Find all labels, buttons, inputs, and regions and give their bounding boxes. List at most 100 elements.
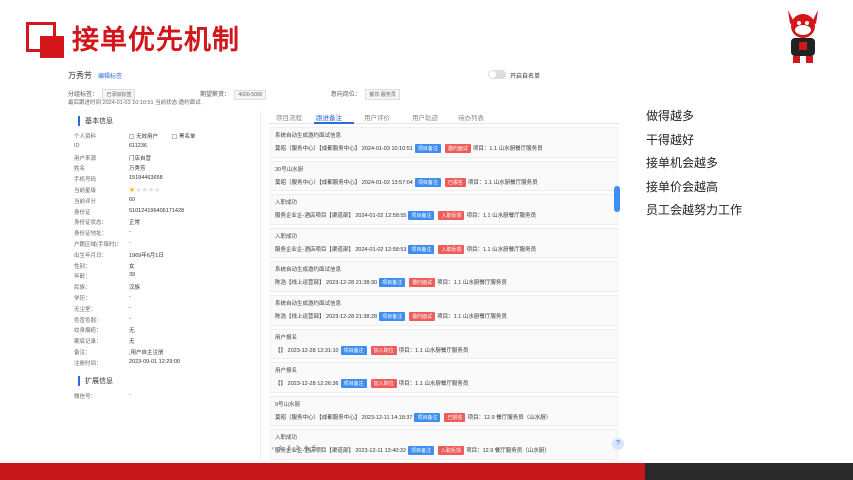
salary-value[interactable]: 4000-5000 [234, 90, 267, 100]
tab-0[interactable]: 项目流程 [276, 112, 302, 122]
bullet-item: 员工会越努力工作 [646, 203, 743, 217]
info-key: 无尘室： [74, 306, 97, 313]
info-row: 备注： ,用户自主注册 [66, 346, 260, 357]
star-icon[interactable]: ★ [154, 187, 160, 194]
info-row: 注册时间： 2023-09-01 12:29:00 [66, 357, 260, 368]
info-value: ,用户自主注册 [129, 349, 164, 356]
record-line: 陈浩【线上运营部】 2023-12-28 21:38:30 项目备注 邀约面试 项目：… [275, 278, 507, 288]
info-row: 身份证 510124196406171428 [66, 206, 260, 217]
scrollbar-thumb[interactable] [614, 186, 620, 212]
position-value[interactable]: 餐饮-服务员 [365, 89, 400, 100]
bullet-item: 做得越多 [646, 109, 695, 123]
last-follow-info: 最后跟进时间 2024-01-03 10:10:51 当前状态:邀约面试 [68, 100, 201, 106]
info-value: 正常 [129, 220, 141, 227]
page-link[interactable]: 5 [312, 446, 315, 452]
whitelist-toggle-label: 开启自名单 [510, 74, 541, 80]
record-title: 入职成功 [275, 435, 298, 442]
record-project: 项目：1.1 山水厨餐厅服务员 [467, 179, 538, 186]
info-row: 性别： 女 [66, 260, 260, 271]
record-line: 服务企业企-酒店项目【渠道部】 2024-01-02 12:58:53 项目备注入… [275, 244, 536, 254]
bullet-item: 接单机会越多 [646, 156, 719, 170]
info-key: 案底记录： [74, 339, 102, 346]
page-link[interactable]: ‹ [272, 446, 274, 452]
info-value: 611236 [129, 142, 147, 149]
blacklist-checkbox[interactable] [172, 134, 178, 140]
info-row: 无尘室： - [66, 303, 260, 314]
record-title: 系统自动生成邀约面试信息 [275, 133, 342, 139]
crm-screenshot: 万秀芳 编辑标签 开启自名单 分组标签： 已添加标签 期望薪资： 4000-50… [62, 66, 622, 461]
info-key: 纹身烟疤： [74, 328, 102, 335]
info-row: 案底记录： 无 [66, 335, 260, 346]
position-label: 意向岗位： [330, 92, 361, 98]
info-value: 门店自营 [129, 155, 152, 162]
info-row: 身份证状态： 正常 [66, 216, 260, 227]
record-meta: 服务企业企-酒店项目【渠道部】 2024-01-02 12:58:55 [275, 213, 407, 220]
follow-record: 用户报名 【】 2023-12-28 12:26:36 项目备注 加入职位 项目：1.1… [270, 362, 618, 393]
page-link[interactable]: 1 [279, 446, 282, 452]
record-project: 项目：1.1 山水厨餐厅服务员 [437, 280, 507, 287]
page-link[interactable]: 3 [296, 446, 299, 452]
record-meta: 【】 2023-12-28 12:26:36 [275, 381, 339, 388]
page-link[interactable]: 2 [287, 446, 290, 452]
info-key: 姓名 [74, 166, 86, 173]
record-badge: 项目备注 [340, 379, 367, 389]
record-badge: 已报名 [444, 412, 466, 422]
record-title: 入职成功 [275, 233, 298, 240]
record-badge: 项目备注 [414, 412, 441, 422]
record-badge: 入职反馈 [438, 446, 465, 456]
record-line: 服务企业企-酒店项目【渠道部】 2024-01-02 12:58:55 项目备注入… [275, 211, 537, 221]
pagination: ‹ 1 2 3 4 5 › [272, 446, 328, 452]
record-project: 项目：1.1 山水厨餐厅服务员 [437, 313, 507, 320]
edit-tags-link[interactable]: 编辑标签 [98, 71, 122, 80]
record-title: 系统自动生成邀约面试信息 [275, 300, 342, 307]
invalid-user-checkbox[interactable] [129, 134, 134, 140]
help-icon[interactable]: ? [612, 438, 624, 450]
record-title: 用户报名 [275, 368, 298, 375]
record-project: 项目：1.1 山水厨餐厅服务员 [466, 213, 537, 220]
active-tab-indicator [314, 122, 354, 124]
info-value: 女 [129, 263, 135, 270]
info-key: 户籍区域(手填时)： [74, 241, 122, 248]
whitelist-toggle[interactable] [488, 70, 506, 79]
info-row: 纹身烟疤： 无 [66, 324, 260, 335]
info-key: 当前评分 [74, 198, 97, 205]
info-key: 微信号： [74, 393, 97, 400]
info-row: ID 611236 [66, 141, 260, 152]
info-key: 用户来源 [74, 155, 97, 162]
tab-1[interactable]: 跟进备注 [316, 112, 342, 122]
info-value: 510124196406171428 [129, 207, 185, 214]
info-value: 2023-09-01 12:29:00 [129, 358, 181, 365]
follow-record: 系统自动生成邀约面试信息 莫昭（服务中心）【成都服务中心】 2024-01-03 … [270, 127, 618, 158]
info-key: 备注： [74, 349, 91, 356]
info-value: - [129, 315, 131, 322]
basic-info-title: 基本信息 [78, 116, 260, 126]
info-value: - [129, 229, 131, 236]
record-badge: 项目备注 [379, 311, 406, 321]
info-row: 民族： 汉族 [66, 281, 260, 292]
record-line: 莫昭（服务中心）【成都服务中心】 2023-12-11 14:18:37 项目备注… [275, 412, 551, 422]
follow-record: 入职成功 服务企业企-酒店项目【渠道部】 2023-12-11 13:40:32 项… [270, 429, 618, 460]
page-link[interactable]: 4 [304, 446, 307, 452]
info-value: - [129, 239, 131, 246]
record-title: 30号山水厨 [275, 166, 304, 173]
record-badge: 已报名 [444, 177, 466, 187]
tab-4[interactable]: 待办列表 [458, 112, 484, 122]
tab-2[interactable]: 用户评价 [364, 112, 390, 122]
info-key: 色盲色弱： [74, 317, 102, 324]
info-key: ID [74, 142, 80, 149]
info-value: ★★★★★ [129, 186, 160, 194]
info-value: 无 [129, 328, 135, 335]
record-badge: 邀约面试 [444, 144, 471, 153]
title-mark-icon [26, 22, 64, 58]
info-row: 姓名 万秀芳 [66, 162, 260, 173]
info-key: 民族： [74, 285, 91, 292]
info-key: 学历： [74, 295, 91, 302]
info-row: 当前星级 ★★★★★ [66, 184, 260, 195]
tab-3[interactable]: 用户轨迹 [412, 112, 438, 122]
info-key: 性别： [74, 263, 91, 270]
page-link[interactable]: › [321, 446, 323, 452]
record-project: 项目：1.1 山水厨餐厅服务员 [472, 146, 543, 152]
slide: 接单优先机制 万秀芳 编辑标签 开启自名单 分组标签： 已添加标签 期望薪资： … [0, 0, 853, 480]
record-badge: 加入职位 [370, 379, 397, 389]
record-title: 用户报名 [275, 334, 298, 341]
